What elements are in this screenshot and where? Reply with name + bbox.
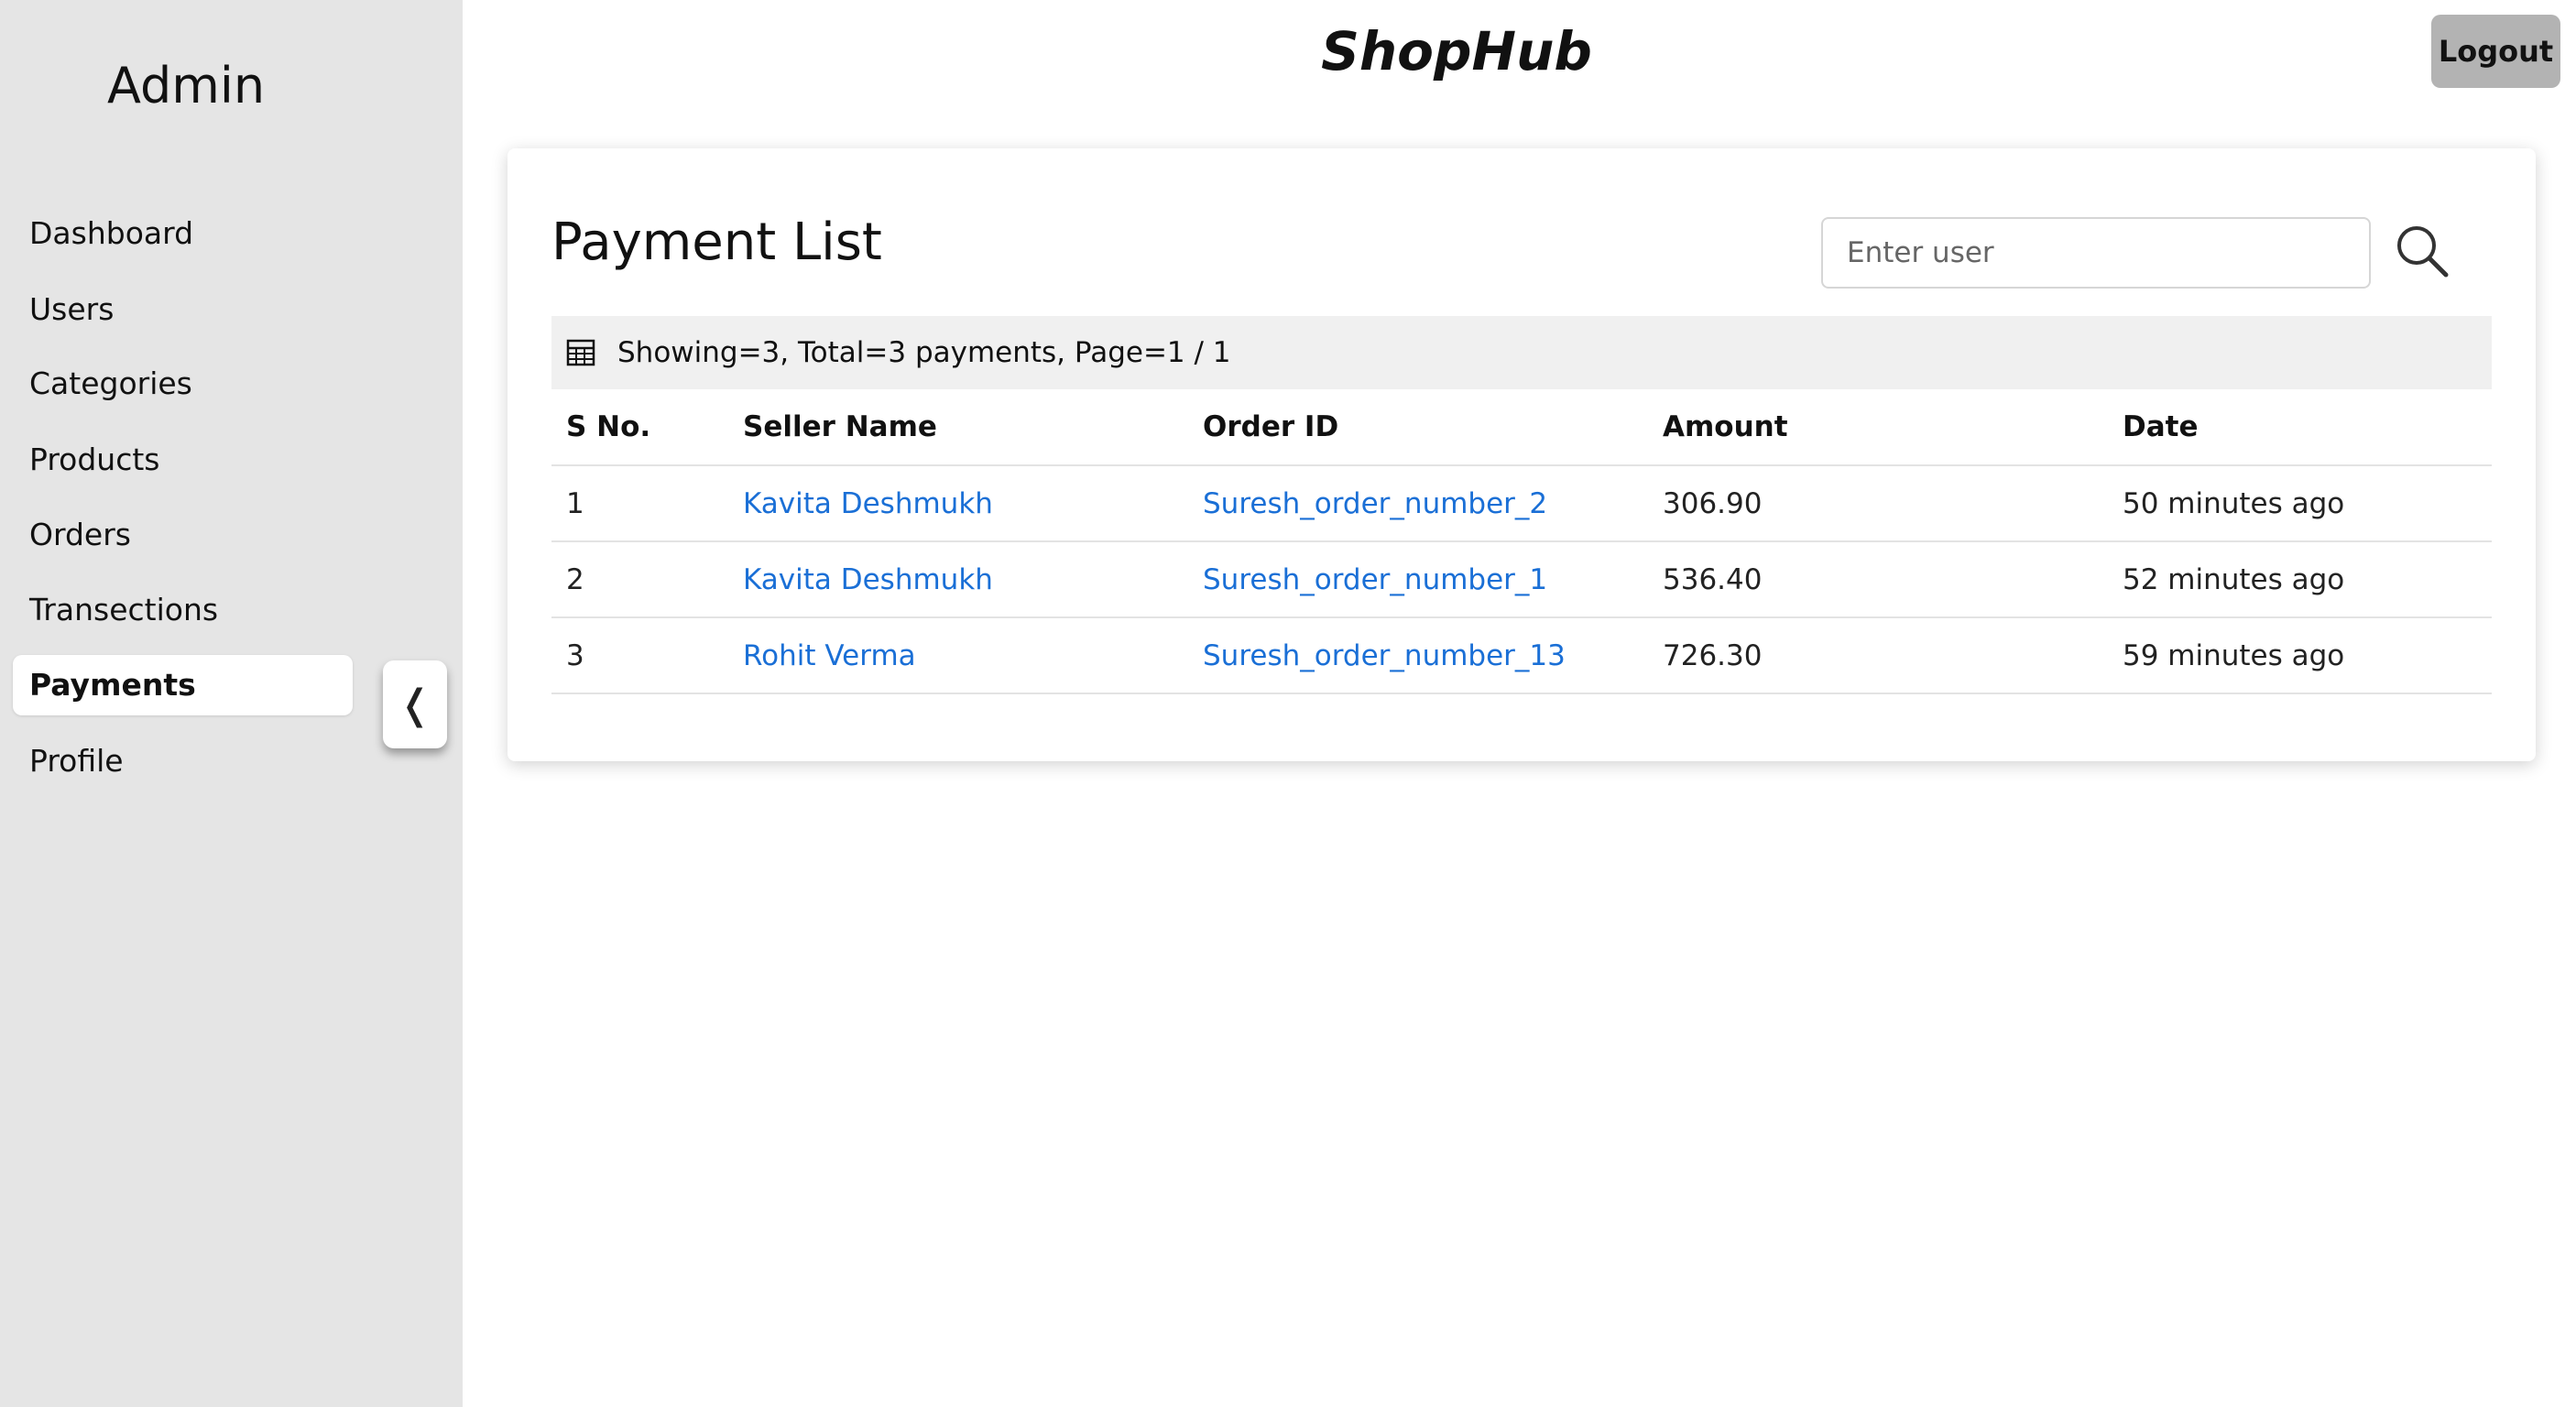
- sidebar-item-orders[interactable]: Orders: [13, 505, 353, 565]
- cell-date: 50 minutes ago: [2108, 465, 2492, 542]
- sidebar-item-users[interactable]: Users: [13, 279, 353, 340]
- column-header-amount: Amount: [1648, 389, 2108, 466]
- seller-name-link[interactable]: Kavita Deshmukh: [728, 541, 1188, 618]
- logout-button[interactable]: Logout: [2431, 15, 2560, 88]
- sidebar-item-products[interactable]: Products: [13, 430, 353, 490]
- cell-date: 59 minutes ago: [2108, 617, 2492, 694]
- column-header-sno: S No.: [551, 389, 728, 466]
- column-header-seller-name: Seller Name: [728, 389, 1188, 466]
- results-summary-bar: Showing=3, Total=3 payments, Page=1 / 1: [551, 316, 2492, 389]
- search-icon[interactable]: [2393, 222, 2451, 280]
- payment-list-card: Payment List Showing=3, Total=3 payments…: [508, 148, 2536, 761]
- results-summary: Showing=3, Total=3 payments, Page=1 / 1: [617, 336, 1231, 369]
- sidebar-item-transections[interactable]: Transections: [13, 580, 353, 640]
- column-header-date: Date: [2108, 389, 2492, 466]
- cell-amount: 536.40: [1648, 541, 2108, 618]
- cell-date: 52 minutes ago: [2108, 541, 2492, 618]
- sidebar-title: Admin: [107, 57, 266, 115]
- search-input[interactable]: [1821, 217, 2371, 289]
- sidebar-item-payments[interactable]: Payments: [13, 655, 353, 715]
- order-id-link[interactable]: Suresh_order_number_13: [1188, 617, 1648, 694]
- sidebar-item-dashboard[interactable]: Dashboard: [13, 203, 353, 264]
- seller-name-link[interactable]: Rohit Verma: [728, 617, 1188, 694]
- cell-sno: 3: [551, 617, 728, 694]
- cell-sno: 2: [551, 541, 728, 618]
- order-id-link[interactable]: Suresh_order_number_2: [1188, 465, 1648, 542]
- cell-amount: 726.30: [1648, 617, 2108, 694]
- page-title: Payment List: [551, 213, 882, 272]
- table-icon: [566, 339, 595, 366]
- seller-name-link[interactable]: Kavita Deshmukh: [728, 465, 1188, 542]
- table-row: 1 Kavita Deshmukh Suresh_order_number_2 …: [551, 465, 2492, 542]
- cell-sno: 1: [551, 465, 728, 542]
- payments-table: S No. Seller Name Order ID Amount Date 1…: [551, 389, 2492, 694]
- table-row: 3 Rohit Verma Suresh_order_number_13 726…: [551, 617, 2492, 694]
- sidebar-item-profile[interactable]: Profile: [13, 731, 353, 791]
- column-header-order-id: Order ID: [1188, 389, 1648, 466]
- sidebar-collapse-button[interactable]: ❬: [383, 660, 447, 748]
- table-header-row: S No. Seller Name Order ID Amount Date: [551, 389, 2492, 466]
- table-row: 2 Kavita Deshmukh Suresh_order_number_1 …: [551, 541, 2492, 618]
- order-id-link[interactable]: Suresh_order_number_1: [1188, 541, 1648, 618]
- sidebar-item-categories[interactable]: Categories: [13, 354, 353, 414]
- cell-amount: 306.90: [1648, 465, 2108, 542]
- chevron-left-icon: ❬: [398, 681, 432, 728]
